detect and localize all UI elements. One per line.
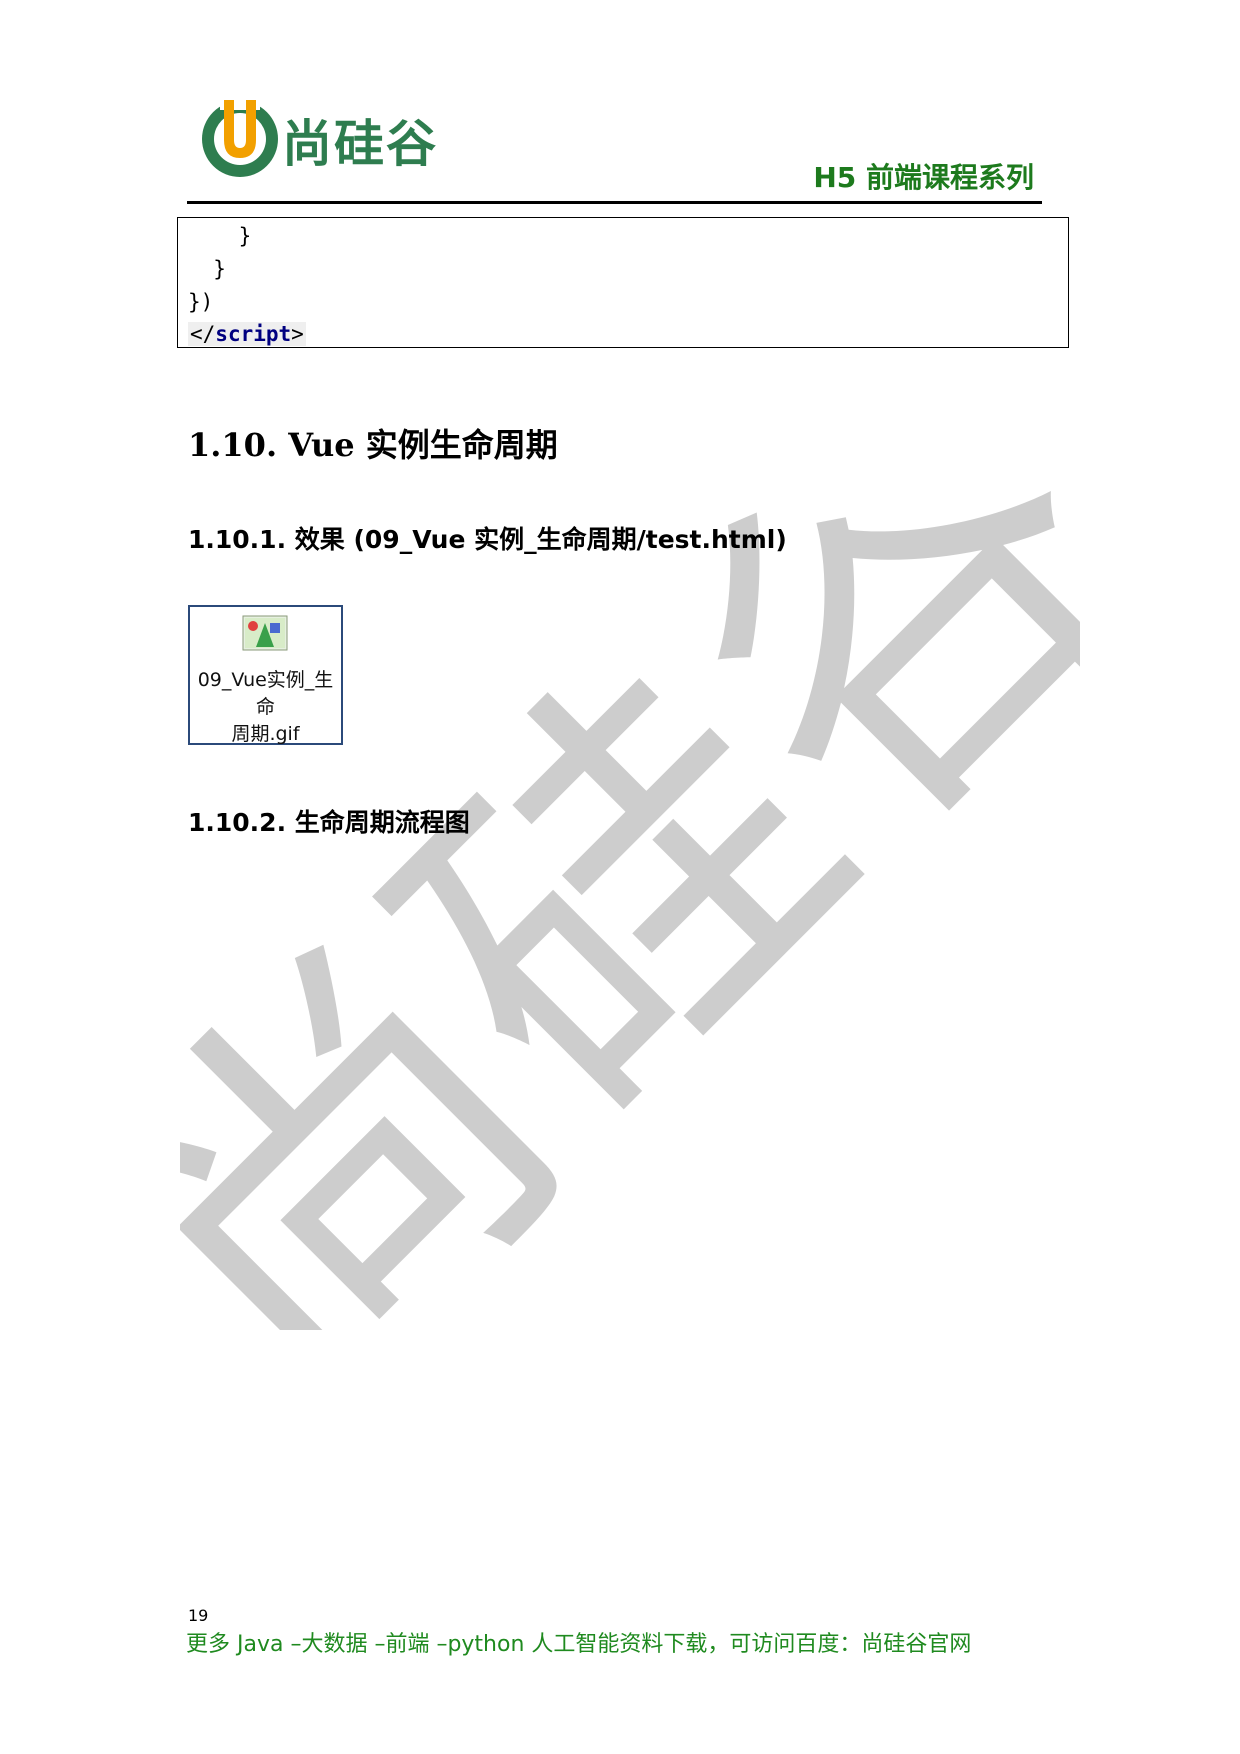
footer-text: 更多 Java –大数据 –前端 –python 人工智能资料下载，可访问百度：…	[186, 1632, 972, 1657]
attachment-filename: 09_Vue实例_生命 周期.gif	[190, 667, 341, 748]
code-line: }	[188, 224, 252, 248]
code-block: } } }) </script>	[177, 217, 1069, 348]
attachment-filename-line2: 周期.gif	[231, 723, 300, 745]
page-number: 19	[188, 1606, 209, 1625]
code-line: })	[188, 290, 214, 314]
gif-image-icon	[242, 615, 288, 651]
watermark-text: 尚硅谷	[180, 470, 1080, 1330]
code-line: }	[188, 257, 226, 281]
subsection-heading-flowchart: 1.10.2. 生命周期流程图	[188, 808, 470, 837]
attachment-file[interactable]: 09_Vue实例_生命 周期.gif	[188, 605, 343, 745]
tag-close-bracket: >	[291, 322, 304, 346]
watermark: 尚硅谷	[180, 470, 1080, 1330]
header-divider	[187, 201, 1042, 204]
brand-name: 尚硅谷	[282, 115, 438, 173]
course-series-title: H5 前端课程系列	[813, 161, 1034, 194]
code-line-closing-tag: </script>	[188, 318, 306, 351]
tag-open-bracket: </	[190, 322, 216, 346]
tag-name: script	[215, 322, 292, 346]
subsection-heading-effect: 1.10.1. 效果 (09_Vue 实例_生命周期/test.html)	[188, 525, 787, 554]
attachment-filename-line1: 09_Vue实例_生命	[197, 669, 334, 718]
section-heading: 1.10. Vue 实例生命周期	[188, 426, 558, 464]
